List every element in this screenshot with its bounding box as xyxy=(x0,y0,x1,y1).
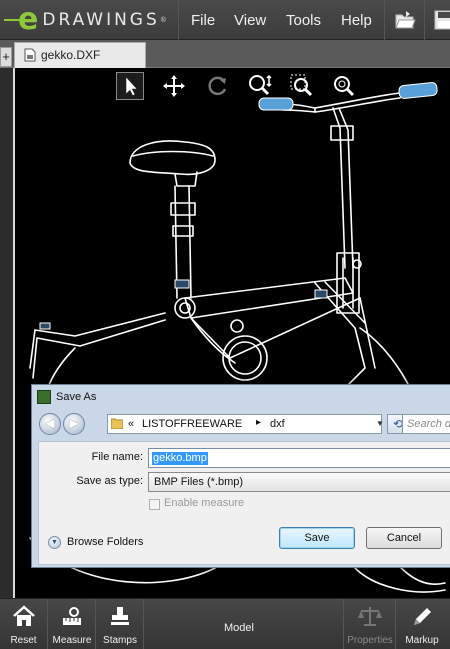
toolbar-divider xyxy=(47,599,48,649)
pencil-icon xyxy=(414,608,431,625)
enable-measure-checkbox[interactable] xyxy=(149,499,160,510)
logo-registered-mark: ® xyxy=(160,16,166,24)
chevron-down-icon[interactable]: ▼ xyxy=(374,414,386,434)
path-segment-listoffreeware[interactable]: LISTOFFREEWARE xyxy=(142,418,242,430)
save-button[interactable]: Save xyxy=(279,527,355,549)
browse-folders-label: Browse Folders xyxy=(67,536,144,548)
browse-folders-button[interactable]: ▼ Browse Folders xyxy=(48,534,168,552)
stamp-icon xyxy=(111,607,129,625)
zoom-icon[interactable] xyxy=(330,72,358,100)
edrawings-logo: e DRAWINGS ® xyxy=(4,2,166,37)
file-name-value: gekko.bmp xyxy=(152,452,208,465)
properties-button[interactable]: Properties xyxy=(345,599,395,649)
save-type-label: Save as type: xyxy=(76,475,143,487)
folder-icon xyxy=(111,418,123,429)
scale-icon xyxy=(358,607,382,626)
document-icon xyxy=(24,48,36,62)
toolbar-divider xyxy=(343,599,344,649)
menu-help[interactable]: Help xyxy=(341,12,372,29)
menu-view[interactable]: View xyxy=(234,12,266,29)
markup-button[interactable]: Markup xyxy=(397,599,447,649)
menu-tools[interactable]: Tools xyxy=(286,12,321,29)
back-button[interactable]: ◀ xyxy=(39,413,61,435)
file-name-label: File name: xyxy=(91,451,143,463)
dialog-title: Save As xyxy=(56,391,97,403)
dialog-navigation-row: ◀ ▶ « LISTOFFREEWARE ▸ dxf ▼ ⟲ Search dx… xyxy=(38,411,450,437)
zoom-area-icon[interactable] xyxy=(288,72,316,100)
tab-gekko-dxf[interactable]: gekko.DXF xyxy=(14,42,146,68)
toolbar-divider xyxy=(143,599,144,649)
edrawings-app-icon xyxy=(37,390,51,404)
menu-file[interactable]: File xyxy=(191,12,215,29)
cancel-button[interactable]: Cancel xyxy=(366,527,442,549)
reset-button[interactable]: Reset xyxy=(0,599,47,649)
measure-icon xyxy=(63,607,81,625)
dialog-body: File name: gekko.bmp Save as type: BMP F… xyxy=(38,441,450,565)
enable-measure-label: Enable measure xyxy=(164,497,245,509)
file-name-field[interactable]: gekko.bmp xyxy=(148,448,450,468)
rotate-icon[interactable] xyxy=(203,72,231,100)
logo-wordmark: DRAWINGS xyxy=(42,10,160,30)
measure-button[interactable]: Measure xyxy=(49,599,95,649)
measure-label: Measure xyxy=(52,635,92,646)
menu-divider xyxy=(178,0,179,40)
menu-divider xyxy=(384,0,385,40)
markup-label: Markup xyxy=(405,635,439,646)
save-icon[interactable] xyxy=(433,9,450,31)
logo-e-mark: e xyxy=(18,2,39,37)
reset-label: Reset xyxy=(10,635,37,646)
zoom-fit-icon[interactable] xyxy=(246,72,274,100)
path-overflow-chevron[interactable]: « xyxy=(128,418,134,430)
properties-label: Properties xyxy=(347,635,393,646)
save-type-select[interactable]: BMP Files (*.bmp) xyxy=(148,472,450,492)
menu-bar: e DRAWINGS ® File View Tools Help xyxy=(0,0,450,40)
edrawings-window: e DRAWINGS ® File View Tools Help + gekk… xyxy=(0,0,450,649)
back-arrow-icon: ◀ xyxy=(45,416,55,430)
tab-label: gekko.DXF xyxy=(41,48,101,62)
stamps-label: Stamps xyxy=(103,635,137,646)
toolbar-divider xyxy=(395,599,396,649)
path-separator-icon[interactable]: ▸ xyxy=(256,417,261,428)
search-input[interactable]: Search dxf xyxy=(402,414,450,434)
chevron-down-icon: ▼ xyxy=(48,536,61,549)
new-tab-button[interactable]: + xyxy=(0,47,12,67)
home-icon xyxy=(12,605,35,626)
path-segment-dxf[interactable]: dxf xyxy=(270,418,285,430)
menu-divider xyxy=(424,0,425,40)
address-bar[interactable]: « LISTOFFREEWARE ▸ dxf xyxy=(107,414,382,434)
pan-icon[interactable] xyxy=(160,72,188,100)
open-folder-icon[interactable] xyxy=(394,9,416,31)
toolbar-divider xyxy=(95,599,96,649)
select-arrow-icon[interactable] xyxy=(116,72,144,100)
save-as-dialog: Save As ◀ ▶ « LISTOFFREEWARE ▸ dxf ▼ ⟲ S… xyxy=(31,384,450,568)
model-tab-label[interactable]: Model xyxy=(200,622,278,634)
stamps-button[interactable]: Stamps xyxy=(97,599,143,649)
forward-button[interactable]: ▶ xyxy=(63,413,85,435)
forward-arrow-icon: ▶ xyxy=(69,416,79,430)
